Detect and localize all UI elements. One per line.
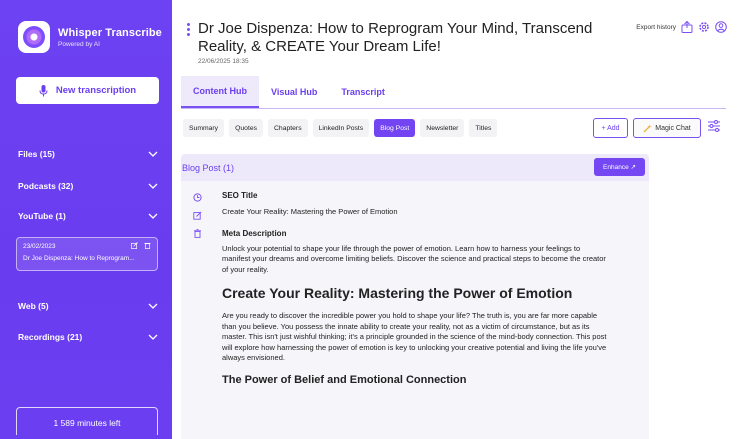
blog-article: SEO Title Create Your Reality: Mastering…	[222, 191, 607, 386]
trash-icon[interactable]	[193, 229, 202, 238]
chevron-down-icon	[148, 303, 158, 309]
filter-settings-icon[interactable]	[707, 119, 721, 133]
minutes-left[interactable]: 1 589 minutes left	[16, 407, 158, 435]
new-transcription-button[interactable]: New transcription	[16, 77, 159, 104]
panel-header: Blog Post (1) Enhance ↗	[181, 154, 649, 181]
gear-icon[interactable]	[698, 21, 710, 33]
chevron-down-icon	[148, 183, 158, 189]
top-actions: Export history	[636, 21, 727, 33]
article-intro: Are you ready to discover the incredible…	[222, 311, 607, 362]
user-icon[interactable]	[715, 21, 727, 33]
content-subtabs: Summary Quotes Chapters LinkedIn Posts B…	[183, 119, 498, 137]
export-icon[interactable]	[681, 21, 693, 33]
new-transcription-label: New transcription	[55, 85, 137, 96]
panel-side-actions	[193, 193, 202, 238]
edit-icon[interactable]	[131, 242, 138, 249]
seo-title-value: Create Your Reality: Mastering the Power…	[222, 207, 398, 216]
tab-transcript[interactable]: Transcript	[329, 76, 397, 108]
copy-icon[interactable]	[193, 193, 202, 202]
add-button[interactable]: + Add	[593, 118, 628, 138]
page-date: 22/06/2025 18:35	[198, 58, 249, 65]
tab-visual-hub[interactable]: Visual Hub	[259, 76, 329, 108]
main-content: Dr Joe Dispenza: How to Reprogram Your M…	[172, 0, 751, 439]
section-label: Files (15)	[18, 149, 55, 159]
youtube-item[interactable]: 23/02/2023 Dr Joe Dispenza: How to Repro…	[16, 237, 158, 271]
sidebar-section-files[interactable]: Files (15)	[18, 149, 158, 159]
section-label: Web (5)	[18, 301, 49, 311]
chevron-down-icon	[148, 213, 158, 219]
app-subtitle: Powered by AI	[58, 40, 100, 48]
page-title: Dr Joe Dispenza: How to Reprogram Your M…	[198, 20, 593, 55]
meta-description-label: Meta Description	[222, 228, 287, 238]
panel-title: Blog Post (1)	[182, 162, 235, 173]
more-options-icon[interactable]	[187, 23, 190, 38]
blog-post-panel: Blog Post (1) Enhance ↗ SEO Title Create…	[181, 154, 649, 439]
subtab-newsletter[interactable]: Newsletter	[420, 119, 465, 137]
subtab-linkedin-posts[interactable]: LinkedIn Posts	[312, 119, 370, 137]
sidebar-section-podcasts[interactable]: Podcasts (32)	[18, 181, 158, 191]
tab-content-hub[interactable]: Content Hub	[181, 76, 259, 108]
sidebar-section-recordings[interactable]: Recordings (21)	[18, 332, 158, 342]
enhance-button[interactable]: Enhance ↗	[594, 158, 645, 176]
article-subheading: The Power of Belief and Emotional Connec…	[222, 373, 467, 386]
export-history-link[interactable]: Export history	[636, 24, 676, 31]
app-title: Whisper Transcribe	[58, 26, 162, 39]
subtab-titles[interactable]: Titles	[469, 119, 498, 137]
subtab-blog-post[interactable]: Blog Post	[374, 119, 416, 137]
sidebar-section-youtube[interactable]: YouTube (1)	[18, 211, 158, 221]
magic-chat-label: Magic Chat	[655, 124, 691, 132]
chevron-down-icon	[148, 334, 158, 340]
seo-title-label: SEO Title	[222, 191, 258, 200]
edit-icon[interactable]	[193, 211, 202, 220]
section-label: YouTube (1)	[18, 211, 66, 221]
sidebar: Whisper Transcribe Powered by AI New tra…	[0, 0, 172, 439]
brand: Whisper Transcribe Powered by AI	[18, 21, 162, 53]
sidebar-section-web[interactable]: Web (5)	[18, 301, 158, 311]
magic-wand-icon	[643, 124, 652, 132]
microphone-icon	[39, 84, 48, 96]
article-heading: Create Your Reality: Mastering the Power…	[222, 285, 573, 301]
main-tabs: Content Hub Visual Hub Transcript	[181, 76, 726, 109]
subtab-summary[interactable]: Summary	[183, 119, 225, 137]
youtube-item-title: Dr Joe Dispenza: How to Reprogram...	[23, 255, 135, 262]
section-label: Podcasts (32)	[18, 181, 74, 191]
app-logo-icon	[18, 21, 50, 53]
magic-chat-button[interactable]: Magic Chat	[633, 118, 701, 138]
subtab-chapters[interactable]: Chapters	[268, 119, 308, 137]
section-label: Recordings (21)	[18, 332, 83, 342]
trash-icon[interactable]	[144, 242, 151, 249]
chevron-down-icon	[148, 151, 158, 157]
meta-description-value: Unlock your potential to shape your life…	[222, 243, 606, 274]
subtab-quotes[interactable]: Quotes	[229, 119, 264, 137]
